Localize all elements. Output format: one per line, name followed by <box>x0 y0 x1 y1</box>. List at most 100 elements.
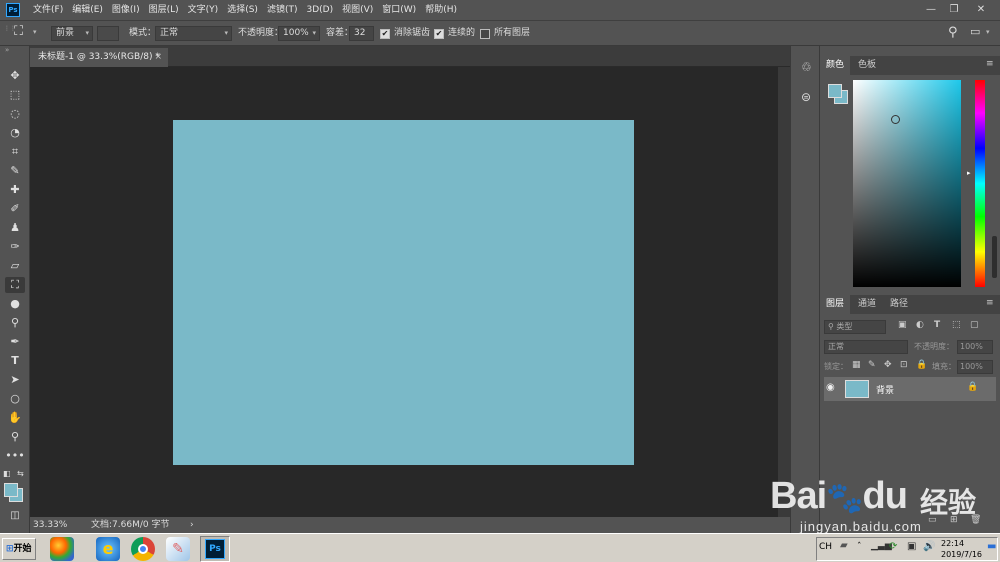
lock-artboard-icon[interactable]: ⊡ <box>900 360 908 370</box>
menu-filter[interactable]: 滤镜(T) <box>267 0 298 20</box>
search-icon[interactable]: ⚲ <box>948 25 958 40</box>
contiguous-checkbox[interactable]: ✔ <box>434 29 444 39</box>
all-layers-checkbox[interactable] <box>480 29 490 39</box>
chevron-down-icon[interactable]: ▾ <box>33 28 37 36</box>
clock-time[interactable]: 22:14 <box>941 539 964 548</box>
menu-view[interactable]: 视图(V) <box>342 0 373 20</box>
foreground-color-swatch[interactable] <box>4 483 18 497</box>
filter-smart-icon[interactable]: ▢ <box>970 320 979 330</box>
color-picker-field[interactable] <box>853 80 961 287</box>
panel-fg-swatch[interactable] <box>828 84 842 98</box>
menu-3d[interactable]: 3D(D) <box>306 0 333 20</box>
opacity-input[interactable]: 100% ▾ <box>278 26 320 41</box>
layer-opacity-input[interactable]: 100% <box>957 340 993 354</box>
marquee-tool-icon[interactable]: ⬚ <box>5 87 25 103</box>
tab-paths[interactable]: 路径 <box>884 295 914 314</box>
volume-icon[interactable]: 🔊 <box>923 541 935 552</box>
pen-tool-icon[interactable]: ✒ <box>5 334 25 350</box>
eye-icon[interactable]: ◉ <box>826 382 835 393</box>
hue-slider-handle[interactable]: ▸ <box>967 169 971 177</box>
chrome-browser-icon[interactable] <box>131 537 155 561</box>
stamp-tool-icon[interactable]: ♟ <box>5 220 25 236</box>
paint-bucket-tool-icon[interactable]: ⛶ <box>5 277 25 293</box>
eraser-tool-icon[interactable]: ▱ <box>5 258 25 274</box>
blend-mode-select[interactable]: 正常 <box>824 340 908 354</box>
brush-tool-icon[interactable]: ✐ <box>5 201 25 217</box>
filter-adjust-icon[interactable]: ◐ <box>916 320 924 330</box>
tab-channels[interactable]: 通道 <box>852 295 882 314</box>
default-colors-icon[interactable]: ◧ <box>3 469 11 478</box>
fill-input[interactable]: 100% <box>957 360 993 374</box>
start-button[interactable]: ⊞开始 <box>2 538 36 560</box>
lock-move-icon[interactable]: ✥ <box>884 360 892 370</box>
clock-date[interactable]: 2019/7/16 <box>941 550 982 559</box>
dodge-tool-icon[interactable]: ⚲ <box>5 315 25 331</box>
filter-image-icon[interactable]: ▣ <box>898 320 907 330</box>
blur-tool-icon[interactable]: ● <box>5 296 25 312</box>
panel-scrollbar[interactable] <box>992 236 997 278</box>
photoshop-taskbar-button[interactable]: Ps <box>200 536 230 562</box>
tab-layers[interactable]: 图层 <box>820 295 851 314</box>
workspace-icon[interactable]: ▭ <box>970 25 980 38</box>
paint-bucket-preset-icon[interactable]: ⛶ <box>14 24 23 39</box>
menu-help[interactable]: 帮助(H) <box>425 0 457 20</box>
layer-filter-select[interactable]: ⚲ 类型 <box>824 320 886 334</box>
pattern-picker[interactable] <box>97 26 119 41</box>
document-canvas[interactable] <box>173 120 634 465</box>
show-desktop-icon[interactable]: ▬ <box>987 541 996 552</box>
minimize-button[interactable]: — <box>920 0 942 20</box>
crop-tool-icon[interactable]: ⌗ <box>5 144 25 160</box>
collapse-icon[interactable]: » <box>5 46 9 54</box>
lasso-tool-icon[interactable]: ◌ <box>5 106 25 122</box>
history-panel-icon[interactable]: ♲ <box>801 60 812 74</box>
app-icon[interactable] <box>50 537 74 561</box>
update-icon[interactable]: ⟳ <box>889 541 897 552</box>
menu-select[interactable]: 选择(S) <box>227 0 258 20</box>
tolerance-input[interactable]: 32 <box>349 26 374 41</box>
filter-shape-icon[interactable]: ⬚ <box>952 320 961 330</box>
hue-slider[interactable] <box>975 80 985 287</box>
swap-colors-icon[interactable]: ⇆ <box>17 469 24 478</box>
ie-browser-icon[interactable]: e <box>96 537 120 561</box>
lock-all-icon[interactable]: 🔒 <box>916 360 927 370</box>
history-brush-tool-icon[interactable]: ✑ <box>5 239 25 255</box>
lock-pixels-icon[interactable]: ▦ <box>852 360 861 370</box>
more-tools-icon[interactable]: ••• <box>5 448 25 464</box>
vertical-scrollbar[interactable] <box>778 67 790 517</box>
properties-panel-icon[interactable]: ⊜ <box>801 90 811 104</box>
quick-mask-icon[interactable]: ◫ <box>5 508 25 524</box>
path-select-tool-icon[interactable]: ➤ <box>5 372 25 388</box>
panel-menu-icon[interactable]: ≡ <box>986 298 994 308</box>
quick-select-tool-icon[interactable]: ◔ <box>5 125 25 141</box>
healing-brush-tool-icon[interactable]: ✚ <box>5 182 25 198</box>
layer-name[interactable]: 背景 <box>876 383 894 396</box>
chevron-down-icon[interactable]: ▾ <box>986 28 990 36</box>
hand-tool-icon[interactable]: ✋ <box>5 410 25 426</box>
tab-swatches[interactable]: 色板 <box>852 56 882 75</box>
menu-image[interactable]: 图像(I) <box>112 0 140 20</box>
filter-type-icon[interactable]: T <box>934 320 940 330</box>
zoom-level[interactable]: 33.33% <box>33 517 67 533</box>
restore-button[interactable]: ❐ <box>943 0 965 20</box>
document-tab[interactable]: 未标题-1 @ 33.3%(RGB/8) * × <box>30 48 168 67</box>
panel-menu-icon[interactable]: ≡ <box>986 59 994 69</box>
zoom-tool-icon[interactable]: ⚲ <box>5 429 25 445</box>
fill-source-select[interactable]: 前景 ▾ <box>51 26 93 41</box>
menu-window[interactable]: 窗口(W) <box>382 0 416 20</box>
lock-paint-icon[interactable]: ✎ <box>868 360 876 370</box>
paint-app-icon[interactable]: ✎ <box>166 537 190 561</box>
menu-edit[interactable]: 编辑(E) <box>72 0 103 20</box>
close-tab-icon[interactable]: × <box>154 48 162 67</box>
ellipse-tool-icon[interactable]: ○ <box>5 391 25 407</box>
tab-color[interactable]: 颜色 <box>820 56 851 75</box>
move-tool-icon[interactable]: ✥ <box>5 68 25 84</box>
menu-layer[interactable]: 图层(L) <box>149 0 179 20</box>
status-menu-arrow[interactable]: › <box>190 517 194 533</box>
network-icon[interactable]: ▣ <box>907 541 916 552</box>
close-button[interactable]: ✕ <box>970 0 992 20</box>
picker-cursor[interactable] <box>891 115 900 124</box>
mode-select[interactable]: 正常 ▾ <box>155 26 232 41</box>
layer-row[interactable]: ◉ 背景 🔒 <box>824 377 996 401</box>
menu-type[interactable]: 文字(Y) <box>188 0 219 20</box>
antialias-checkbox[interactable]: ✔ <box>380 29 390 39</box>
